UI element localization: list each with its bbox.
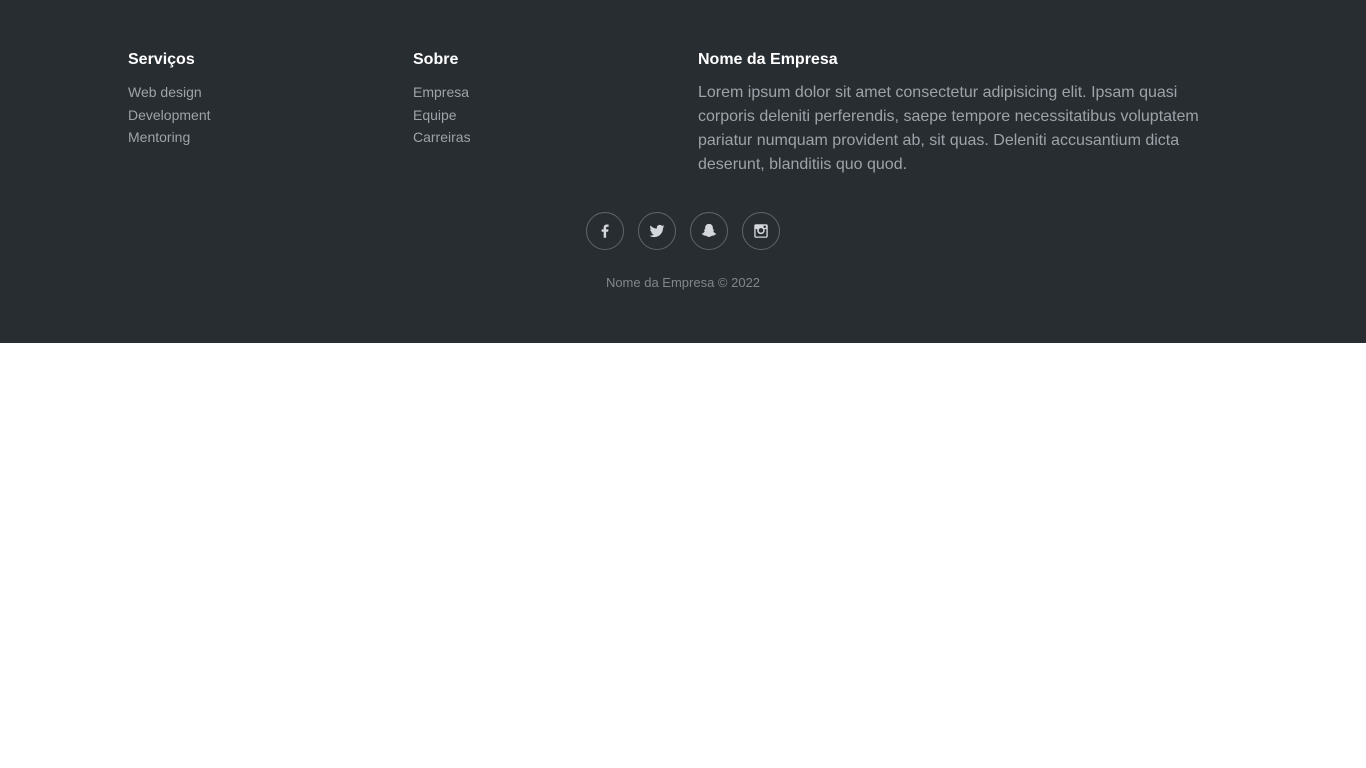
about-list-item: Carreiras — [413, 126, 471, 149]
instagram-button[interactable] — [742, 212, 780, 250]
about-heading: Sobre — [413, 51, 459, 68]
about-list: Empresa Equipe Carreiras — [413, 81, 471, 149]
instagram-icon — [754, 224, 768, 238]
development-link[interactable]: Development — [128, 107, 211, 123]
twitter-button[interactable] — [638, 212, 676, 250]
web-design-link[interactable]: Web design — [128, 84, 202, 100]
team-link[interactable]: Equipe — [413, 107, 457, 123]
social-links — [0, 212, 1366, 250]
copyright-text: Nome da Empresa © 2022 — [605, 275, 761, 290]
company-link[interactable]: Empresa — [413, 84, 469, 100]
about-list-item: Equipe — [413, 104, 471, 127]
careers-link[interactable]: Carreiras — [413, 129, 471, 145]
snapchat-button[interactable] — [690, 212, 728, 250]
services-list-item: Web design — [128, 81, 211, 104]
snapchat-icon — [701, 223, 717, 237]
services-heading: Serviços — [128, 51, 195, 68]
facebook-icon — [601, 224, 609, 238]
page-footer: Serviços Web design Development Mentorin… — [0, 0, 1366, 343]
services-list: Web design Development Mentoring — [128, 81, 211, 149]
facebook-button[interactable] — [586, 212, 624, 250]
services-list-item: Mentoring — [128, 126, 211, 149]
twitter-icon — [649, 224, 665, 238]
company-name-heading: Nome da Empresa — [698, 51, 838, 68]
about-list-item: Empresa — [413, 81, 471, 104]
services-list-item: Development — [128, 104, 211, 127]
mentoring-link[interactable]: Mentoring — [128, 129, 190, 145]
company-description: Lorem ipsum dolor sit amet consectetur a… — [698, 84, 1199, 173]
